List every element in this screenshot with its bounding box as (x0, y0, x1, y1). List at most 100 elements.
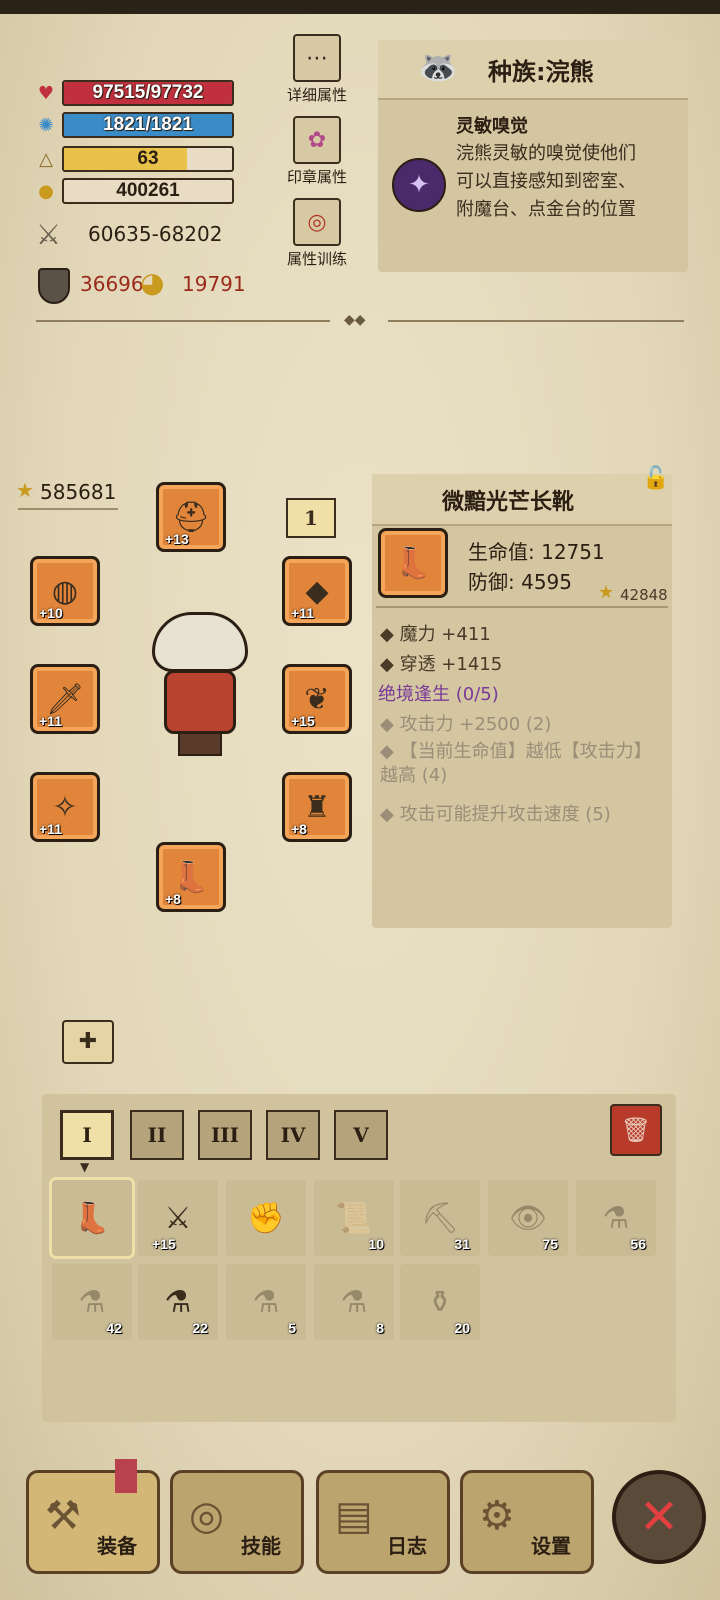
set-bonus-3: 攻击可能提升攻击速度 (5) (399, 804, 611, 825)
set-bonus-row: ◆ 攻击可能提升攻击速度 (5) (380, 804, 611, 825)
nav-settings[interactable]: ⚙ 设置 (460, 1470, 594, 1574)
set-bonus-1: 攻击力 +2500 (2) (399, 714, 552, 735)
item-count: 5 (288, 1320, 296, 1336)
nav-log[interactable]: ▤ 日志 (316, 1470, 450, 1574)
level-text: 63 (137, 148, 159, 169)
attribute-training-button[interactable]: ◎ 属性训练 (278, 198, 356, 269)
detail-attributes-button[interactable]: ⋯ 详细属性 (278, 34, 356, 105)
keen-smell-skill-icon[interactable]: ✦ (392, 158, 446, 212)
inventory-slot[interactable]: 📜 10 (314, 1180, 394, 1256)
tab-1[interactable]: I (60, 1110, 114, 1160)
skill-name: 灵敏嗅觉 (456, 116, 528, 137)
divider-left (36, 320, 330, 322)
level-badge[interactable]: 1 (286, 498, 336, 538)
exp-bar: 63 (62, 146, 234, 172)
defense-value: 36696 (80, 272, 144, 296)
weapon-slot[interactable]: 🗡 +11 (30, 664, 100, 734)
bracelet-plus: +10 (39, 605, 63, 621)
nav-settings-label: 设置 (531, 1534, 571, 1558)
item-def: 防御: 4595 (468, 570, 572, 594)
crossed-swords-icon: ⚔ (36, 218, 62, 251)
item-count: 42 (106, 1320, 122, 1336)
seal-attributes-button[interactable]: ✿ 印章属性 (278, 116, 356, 187)
inventory-slot[interactable]: ⚱ 20 (400, 1264, 480, 1340)
jar-icon: ⚱ (427, 1284, 453, 1320)
nav-skills-label: 技能 (241, 1534, 281, 1558)
equipment-score: 585681 (40, 480, 117, 504)
amulet-slot[interactable]: ✧ +11 (30, 772, 100, 842)
tab-2[interactable]: II (130, 1110, 184, 1160)
lock-icon[interactable]: 🔓 (642, 466, 670, 498)
inventory-slot[interactable]: ⚗ 56 (576, 1180, 656, 1256)
tab-5[interactable]: V (334, 1110, 388, 1160)
seal-attributes-label: 印章属性 (286, 168, 347, 186)
item-plus: +15 (152, 1236, 176, 1252)
attr-1: 魔力 +411 (399, 624, 491, 645)
bracelet-icon: ◍ (51, 573, 79, 609)
item-count: 31 (454, 1236, 470, 1252)
close-icon: ✕ (638, 1489, 680, 1545)
armor-icon: ♜ (303, 789, 331, 825)
character-avatar[interactable] (138, 612, 262, 762)
wings-icon: ❦ (304, 681, 330, 717)
helmet-icon: ⛑ (171, 499, 211, 535)
inventory-slot[interactable]: 👢 (52, 1180, 132, 1256)
nav-skills[interactable]: ◎ 技能 (170, 1470, 304, 1574)
close-button[interactable]: ✕ (612, 1470, 706, 1564)
race-header: 🦝 种族:浣熊 (378, 40, 688, 100)
axe-icon: ⚒ (45, 1493, 81, 1539)
inventory-slot[interactable]: ⚗ 42 (52, 1264, 132, 1340)
nav-equipment[interactable]: ⚒ 装备 (26, 1459, 160, 1574)
inventory-slot[interactable]: ⚗ 22 (138, 1264, 218, 1340)
set-bonus-2: 【当前生命值】越低【攻击力】越高 (4) (380, 741, 643, 786)
tab-pointer-icon: ▼ (80, 1160, 90, 1174)
amulet-icon: ✧ (52, 789, 78, 825)
nav-equipment-label: 装备 (97, 1534, 137, 1558)
bracelet-slot[interactable]: ◍ +10 (30, 556, 100, 626)
necklace-slot[interactable]: ◆ +11 (282, 556, 352, 626)
gauntlet-icon: ✊ (247, 1200, 285, 1236)
move-cross-button[interactable]: ✚ (62, 1020, 114, 1064)
inventory-slot[interactable]: ✊ (226, 1180, 306, 1256)
raccoon-icon: 🦝 (418, 48, 458, 86)
journal-icon: ▤ (335, 1493, 373, 1539)
tab-4[interactable]: IV (266, 1110, 320, 1160)
helmet-slot[interactable]: ⛑ +13 (156, 482, 226, 552)
skill-description: 浣熊灵敏的嗅觉使他们可以直接感知到密室、附魔台、点金台的位置 (456, 143, 636, 220)
boots-slot[interactable]: 👢 +8 (156, 842, 226, 912)
item-count: 8 (376, 1320, 384, 1336)
red-potion-icon: ⚗ (602, 1200, 630, 1236)
trash-button[interactable]: 🗑 (610, 1104, 662, 1156)
character-legs (178, 732, 222, 756)
armor-spiked-icon: ⚔ (164, 1200, 192, 1236)
score-line (18, 508, 118, 510)
gear-icon: ⚙ (479, 1493, 515, 1539)
item-count: 56 (630, 1236, 646, 1252)
item-detail-panel: 微黯光芒长靴 🔓 👢 生命值: 12751 防御: 4595 ★ 42848 ◆… (372, 466, 672, 928)
item-count: 75 (542, 1236, 558, 1252)
item-count: 10 (368, 1236, 384, 1252)
gear-icon: ✺ (38, 114, 54, 136)
race-title: 种族:浣熊 (488, 58, 594, 86)
shield-icon (38, 268, 70, 304)
inventory-slot[interactable]: ⚔ +15 (138, 1180, 218, 1256)
top-border (0, 0, 720, 14)
race-panel: 🦝 种族:浣熊 ✦ 灵敏嗅觉 浣熊灵敏的嗅觉使他们可以直接感知到密室、附魔台、点… (378, 40, 688, 272)
inventory-slot[interactable]: ⛏ 31 (400, 1180, 480, 1256)
nav-log-label: 日志 (387, 1534, 427, 1558)
boots-icon: 👢 (172, 859, 210, 895)
dots-icon: ⋯ (293, 34, 341, 82)
item-score: 42848 (620, 586, 668, 604)
set-bonus-row: ◆ 攻击力 +2500 (2) (380, 714, 552, 735)
hp-row: ♥ 97515/97732 (34, 78, 234, 108)
armor-slot[interactable]: ♜ +8 (282, 772, 352, 842)
tab-3[interactable]: III (198, 1110, 252, 1160)
divider-ornament: ◆◆ (344, 312, 366, 328)
inventory-slot[interactable]: ⚗ 5 (226, 1264, 306, 1340)
trash-icon: 🗑 (620, 1116, 652, 1144)
inventory-slot[interactable]: ⚗ 8 (314, 1264, 394, 1340)
inventory-slot[interactable]: 👁 75 (488, 1180, 568, 1256)
wings-slot[interactable]: ❦ +15 (282, 664, 352, 734)
helmet-plus: +13 (165, 531, 189, 547)
magic-def-value: 19791 (182, 272, 246, 296)
